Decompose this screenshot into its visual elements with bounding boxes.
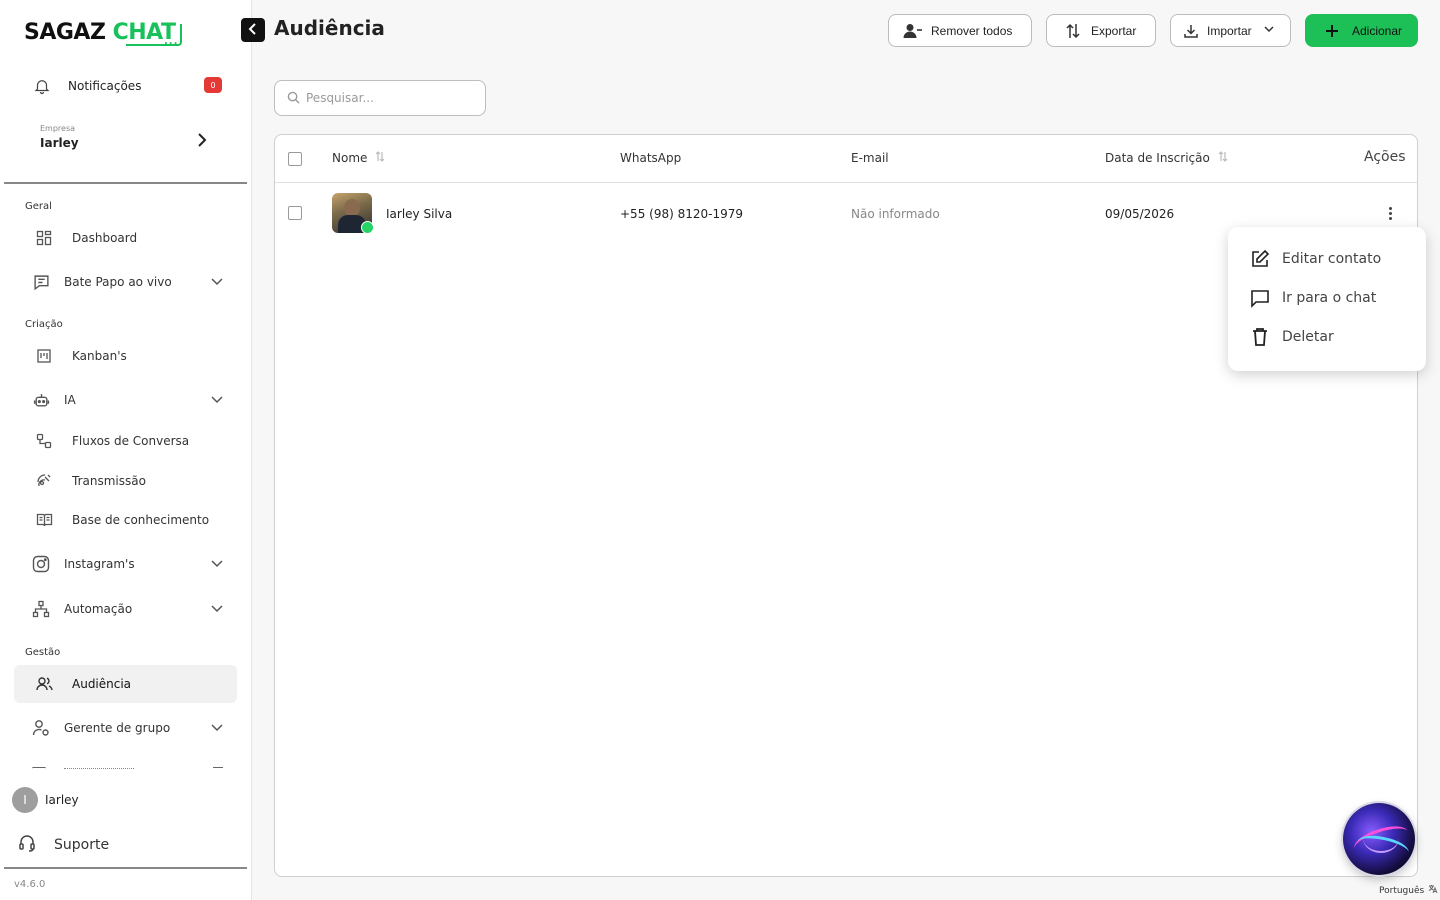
user-minus-icon <box>903 21 923 41</box>
trash-icon <box>1250 327 1270 347</box>
user-profile[interactable]: I Iarley <box>12 787 79 813</box>
download-icon <box>1181 21 1201 41</box>
contact-subscription-date: 09/05/2026 <box>1105 207 1175 221</box>
contact-name: Iarley Silva <box>386 207 453 221</box>
sidebar-clipped-item <box>14 762 237 774</box>
chevron-down-icon <box>211 722 223 735</box>
search-icon <box>287 89 300 108</box>
plus-icon <box>1322 21 1342 41</box>
ai-assistant-button[interactable] <box>1343 803 1415 875</box>
sidebar-item-dashboard[interactable]: Dashboard <box>14 219 237 257</box>
headset-icon <box>18 834 36 856</box>
dashboard-grid-icon <box>34 228 54 248</box>
robot-icon <box>31 390 51 410</box>
instagram-icon <box>31 554 51 574</box>
avatar: I <box>12 787 38 813</box>
chevron-down-icon <box>1264 25 1274 36</box>
chevron-left-icon <box>248 22 258 38</box>
book-icon <box>34 510 54 530</box>
group-manager-icon <box>31 718 51 738</box>
chevron-down-icon <box>211 276 223 289</box>
flow-icon <box>34 431 54 451</box>
sidebar-divider <box>4 182 247 184</box>
column-header-subscription-date[interactable]: Data de Inscrição <box>1105 151 1228 165</box>
sidebar-item-audience[interactable]: Audiência <box>14 665 237 703</box>
menu-item-go-to-chat[interactable]: Ir para o chat <box>1250 286 1410 310</box>
column-header-name[interactable]: Nome <box>332 151 385 165</box>
select-all-checkbox[interactable] <box>288 152 302 166</box>
bell-icon <box>32 76 52 96</box>
section-criacao: Criação <box>25 319 63 330</box>
chevron-right-icon <box>196 132 208 151</box>
notifications-button[interactable]: Notificações 0 <box>32 74 224 98</box>
chevron-down-icon <box>211 558 223 571</box>
remove-all-button[interactable]: Remover todos <box>888 14 1032 47</box>
translate-icon <box>1428 884 1438 897</box>
row-checkbox[interactable] <box>288 206 302 220</box>
more-options-icon[interactable] <box>1382 201 1398 225</box>
broadcast-icon <box>34 471 54 491</box>
sidebar-item-broadcast[interactable]: Transmissão <box>14 462 237 500</box>
kanban-icon <box>34 346 54 366</box>
export-button[interactable]: Exportar <box>1046 14 1156 47</box>
sort-icon[interactable] <box>375 151 385 165</box>
search-box[interactable] <box>274 80 486 116</box>
table-header: Nome WhatsApp E-mail Data de Inscrição A… <box>275 135 1417 183</box>
add-contact-button[interactable]: Adicionar <box>1305 14 1418 47</box>
page-title: Audiência <box>274 16 385 40</box>
sidebar-item-ia[interactable]: IA <box>14 381 237 419</box>
sidebar-item-group-manager[interactable]: Gerente de grupo <box>14 709 237 747</box>
app-version: v4.6.0 <box>14 879 46 890</box>
users-icon <box>34 674 54 694</box>
notifications-count-badge: 0 <box>204 77 222 93</box>
app-logo[interactable]: SAGAZ CHAT ... <box>24 20 182 47</box>
edit-icon <box>1250 249 1270 269</box>
column-header-email: E-mail <box>851 151 889 165</box>
automation-icon <box>31 599 51 619</box>
sidebar-item-live-chat[interactable]: Bate Papo ao vivo <box>14 263 237 301</box>
chevron-down-icon <box>211 603 223 616</box>
sidebar-item-kanbans[interactable]: Kanban's <box>14 337 237 375</box>
sidebar: SAGAZ CHAT ... Notificações 0 Empresa Ia… <box>0 0 252 900</box>
sidebar-item-conversation-flows[interactable]: Fluxos de Conversa <box>14 422 237 460</box>
company-caption: Empresa <box>40 124 76 133</box>
user-name: Iarley <box>45 793 79 807</box>
menu-item-edit-contact[interactable]: Editar contato <box>1250 247 1410 271</box>
sidebar-item-instagram[interactable]: Instagram's <box>14 545 237 583</box>
sidebar-item-automation[interactable]: Automação <box>14 590 237 628</box>
menu-item-delete[interactable]: Deletar <box>1250 325 1410 349</box>
company-selector[interactable]: Empresa Iarley <box>40 124 212 160</box>
language-selector[interactable]: Português <box>1379 884 1438 897</box>
chat-bubble-icon <box>1250 288 1270 308</box>
chat-icon <box>31 272 51 292</box>
section-gestao: Gestão <box>25 647 61 658</box>
search-input[interactable] <box>306 91 476 105</box>
sort-icon[interactable] <box>1218 151 1228 165</box>
contact-email: Não informado <box>851 207 940 221</box>
sidebar-item-knowledge-base[interactable]: Base de conhecimento <box>14 501 237 539</box>
whatsapp-icon <box>361 221 374 234</box>
sidebar-divider-bottom <box>4 867 247 869</box>
sort-arrows-icon <box>1063 21 1083 41</box>
section-geral: Geral <box>25 201 52 212</box>
company-name: Iarley <box>40 136 79 150</box>
contact-whatsapp: +55 (98) 8120-1979 <box>620 207 743 221</box>
row-actions-menu: Editar contato Ir para o chat Deletar <box>1228 227 1426 371</box>
chevron-down-icon <box>211 394 223 407</box>
support-button[interactable]: Suporte <box>18 834 109 856</box>
column-header-whatsapp: WhatsApp <box>620 151 682 165</box>
collapse-sidebar-button[interactable] <box>241 18 265 42</box>
notifications-label: Notificações <box>68 79 142 93</box>
column-header-actions: Ações <box>1364 149 1406 165</box>
import-dropdown-button[interactable]: Importar <box>1170 14 1291 47</box>
